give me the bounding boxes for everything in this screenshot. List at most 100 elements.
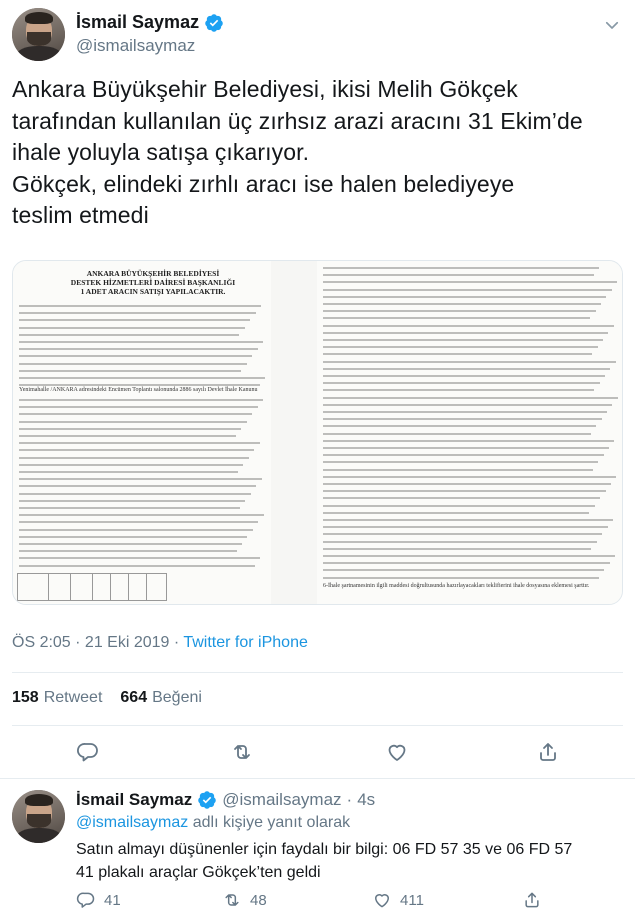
replying-to: @ismailsaymaz adlı kişiye yanıt olarak [76, 814, 350, 832]
reply-author-handle[interactable]: @ismailsaymaz [222, 790, 341, 810]
doc-text-line [323, 519, 613, 521]
retweet-stat[interactable]: 158 Retweet [12, 689, 102, 707]
doc-text-line [323, 526, 608, 529]
doc-text-line [323, 331, 609, 334]
document-image-right[interactable]: 6-İhale şartnamesinin ilgili maddesi doğ… [317, 261, 622, 604]
doc-text-line [323, 533, 603, 536]
doc-text-line [323, 562, 610, 565]
tweet-text-line: Gökçek, elindeki zırhlı aracı ise halen … [12, 170, 515, 197]
reply-icon [76, 892, 95, 908]
reply-author-name[interactable]: İsmail Saymaz [76, 790, 192, 810]
avatar[interactable] [12, 8, 65, 61]
doc-text-line [19, 442, 260, 445]
retweet-label: Retweet [43, 689, 103, 706]
reply-reply-button[interactable]: 41 [76, 890, 121, 910]
reply-icon[interactable] [76, 740, 100, 764]
doc-text-line [323, 497, 601, 500]
doc-text-line [323, 288, 612, 291]
doc-text-line [323, 267, 599, 269]
doc-caption: 6-İhale şartnamesinin ilgili maddesi doğ… [323, 583, 590, 589]
doc-text-line [19, 435, 236, 437]
doc-text-line [323, 461, 599, 464]
tweet-stats: 158 Retweet 664 Beğeni [12, 689, 202, 707]
doc-text-line [323, 375, 605, 377]
author-name[interactable]: İsmail Saymaz [76, 12, 199, 33]
reply-time[interactable]: 4s [357, 790, 375, 810]
reply-text-line: Satın almayı düşünenler için faydalı bir… [76, 841, 573, 858]
doc-text-line [19, 543, 242, 545]
doc-text-line [323, 360, 616, 363]
doc-text-line [19, 406, 258, 409]
doc-text-line [323, 504, 595, 507]
reply-share-button[interactable] [522, 890, 550, 910]
doc-text-line [323, 367, 611, 370]
doc-text-line [19, 427, 242, 430]
doc-text-line [19, 413, 253, 416]
doc-title-line: DESTEK HİZMETLERİ DAİRESİ BAŞKANLIĞI [70, 278, 236, 287]
tweet-media[interactable]: ANKARA BÜYÜKŞEHİR BELEDİYESİ DESTEK HİZM… [12, 260, 623, 605]
avatar[interactable] [12, 790, 65, 843]
doc-text-line [323, 447, 609, 449]
verified-badge-icon [198, 791, 216, 809]
doc-text-line [323, 324, 614, 327]
doc-text-line [19, 377, 265, 379]
doc-text-line [323, 454, 604, 457]
doc-text-line [323, 432, 591, 435]
separator-dot: · [346, 790, 353, 809]
retweet-icon[interactable] [230, 740, 254, 764]
doc-title-line: ANKARA BÜYÜKŞEHİR BELEDİYESİ [86, 269, 220, 278]
doc-text-line [19, 514, 264, 517]
tweet-timestamp[interactable]: ÖS 2:05 · 21 Eki 2019 · [12, 634, 183, 651]
reply-author-row: İsmail Saymaz @ismailsaymaz · 4s [76, 790, 375, 810]
doc-text-line [323, 475, 617, 478]
like-icon[interactable] [385, 740, 409, 764]
reply-tweet[interactable]: İsmail Saymaz @ismailsaymaz · 4s @ismail… [0, 780, 635, 916]
doc-text-line [19, 362, 247, 365]
replying-mention[interactable]: @ismailsaymaz [76, 814, 188, 831]
share-icon[interactable] [536, 740, 560, 764]
tweet-action-bar [0, 738, 635, 768]
doc-text-line [323, 339, 603, 341]
divider [0, 778, 635, 779]
document-image-left[interactable]: ANKARA BÜYÜKŞEHİR BELEDİYESİ DESTEK HİZM… [13, 261, 271, 604]
chevron-down-icon[interactable] [603, 16, 621, 34]
doc-text-line [323, 346, 598, 349]
retweet-count: 158 [12, 689, 39, 706]
doc-text-line [323, 317, 591, 320]
like-stat[interactable]: 664 Beğeni [120, 689, 202, 707]
doc-text-line [323, 403, 613, 406]
share-icon [525, 892, 539, 908]
doc-text-line [19, 341, 263, 343]
doc-text-line [19, 557, 261, 560]
doc-text-line [19, 355, 253, 358]
like-count: 664 [120, 689, 148, 706]
doc-text-line [323, 468, 593, 471]
author-name-row[interactable]: İsmail Saymaz [76, 12, 224, 33]
doc-text-line [19, 471, 238, 473]
doc-text-line [323, 396, 618, 399]
doc-text-line [323, 569, 605, 572]
reply-text-line: 41 plakalı araçlar Gökçek’ten geldi [76, 864, 321, 881]
doc-text-line [19, 348, 258, 351]
tweet-text-line: Ankara Büyükşehir Belediyesi, ikisi Meli… [12, 76, 518, 102]
reply-retweet-button[interactable]: 48 [222, 890, 267, 910]
reply-action-bar: 41 48 411 [76, 890, 616, 912]
doc-text-line [19, 305, 261, 307]
doc-text-line [323, 389, 595, 392]
tweet-source[interactable]: Twitter for iPhone [183, 634, 308, 651]
doc-text-line [323, 310, 596, 313]
doc-text-line [323, 483, 611, 485]
tweet-meta: ÖS 2:05 · 21 Eki 2019 · Twitter for iPho… [12, 634, 308, 652]
doc-text-line [323, 576, 599, 579]
doc-text-line [19, 319, 251, 322]
doc-text-line [19, 507, 240, 509]
reply-like-button[interactable]: 411 [372, 890, 424, 910]
doc-text-line [323, 274, 594, 277]
doc-text-line [19, 535, 248, 538]
divider [12, 672, 623, 673]
doc-text-line [19, 463, 244, 466]
doc-text-line [323, 425, 597, 428]
doc-text-line [19, 499, 246, 502]
doc-text-line [19, 521, 259, 524]
author-handle[interactable]: @ismailsaymaz [76, 36, 195, 56]
